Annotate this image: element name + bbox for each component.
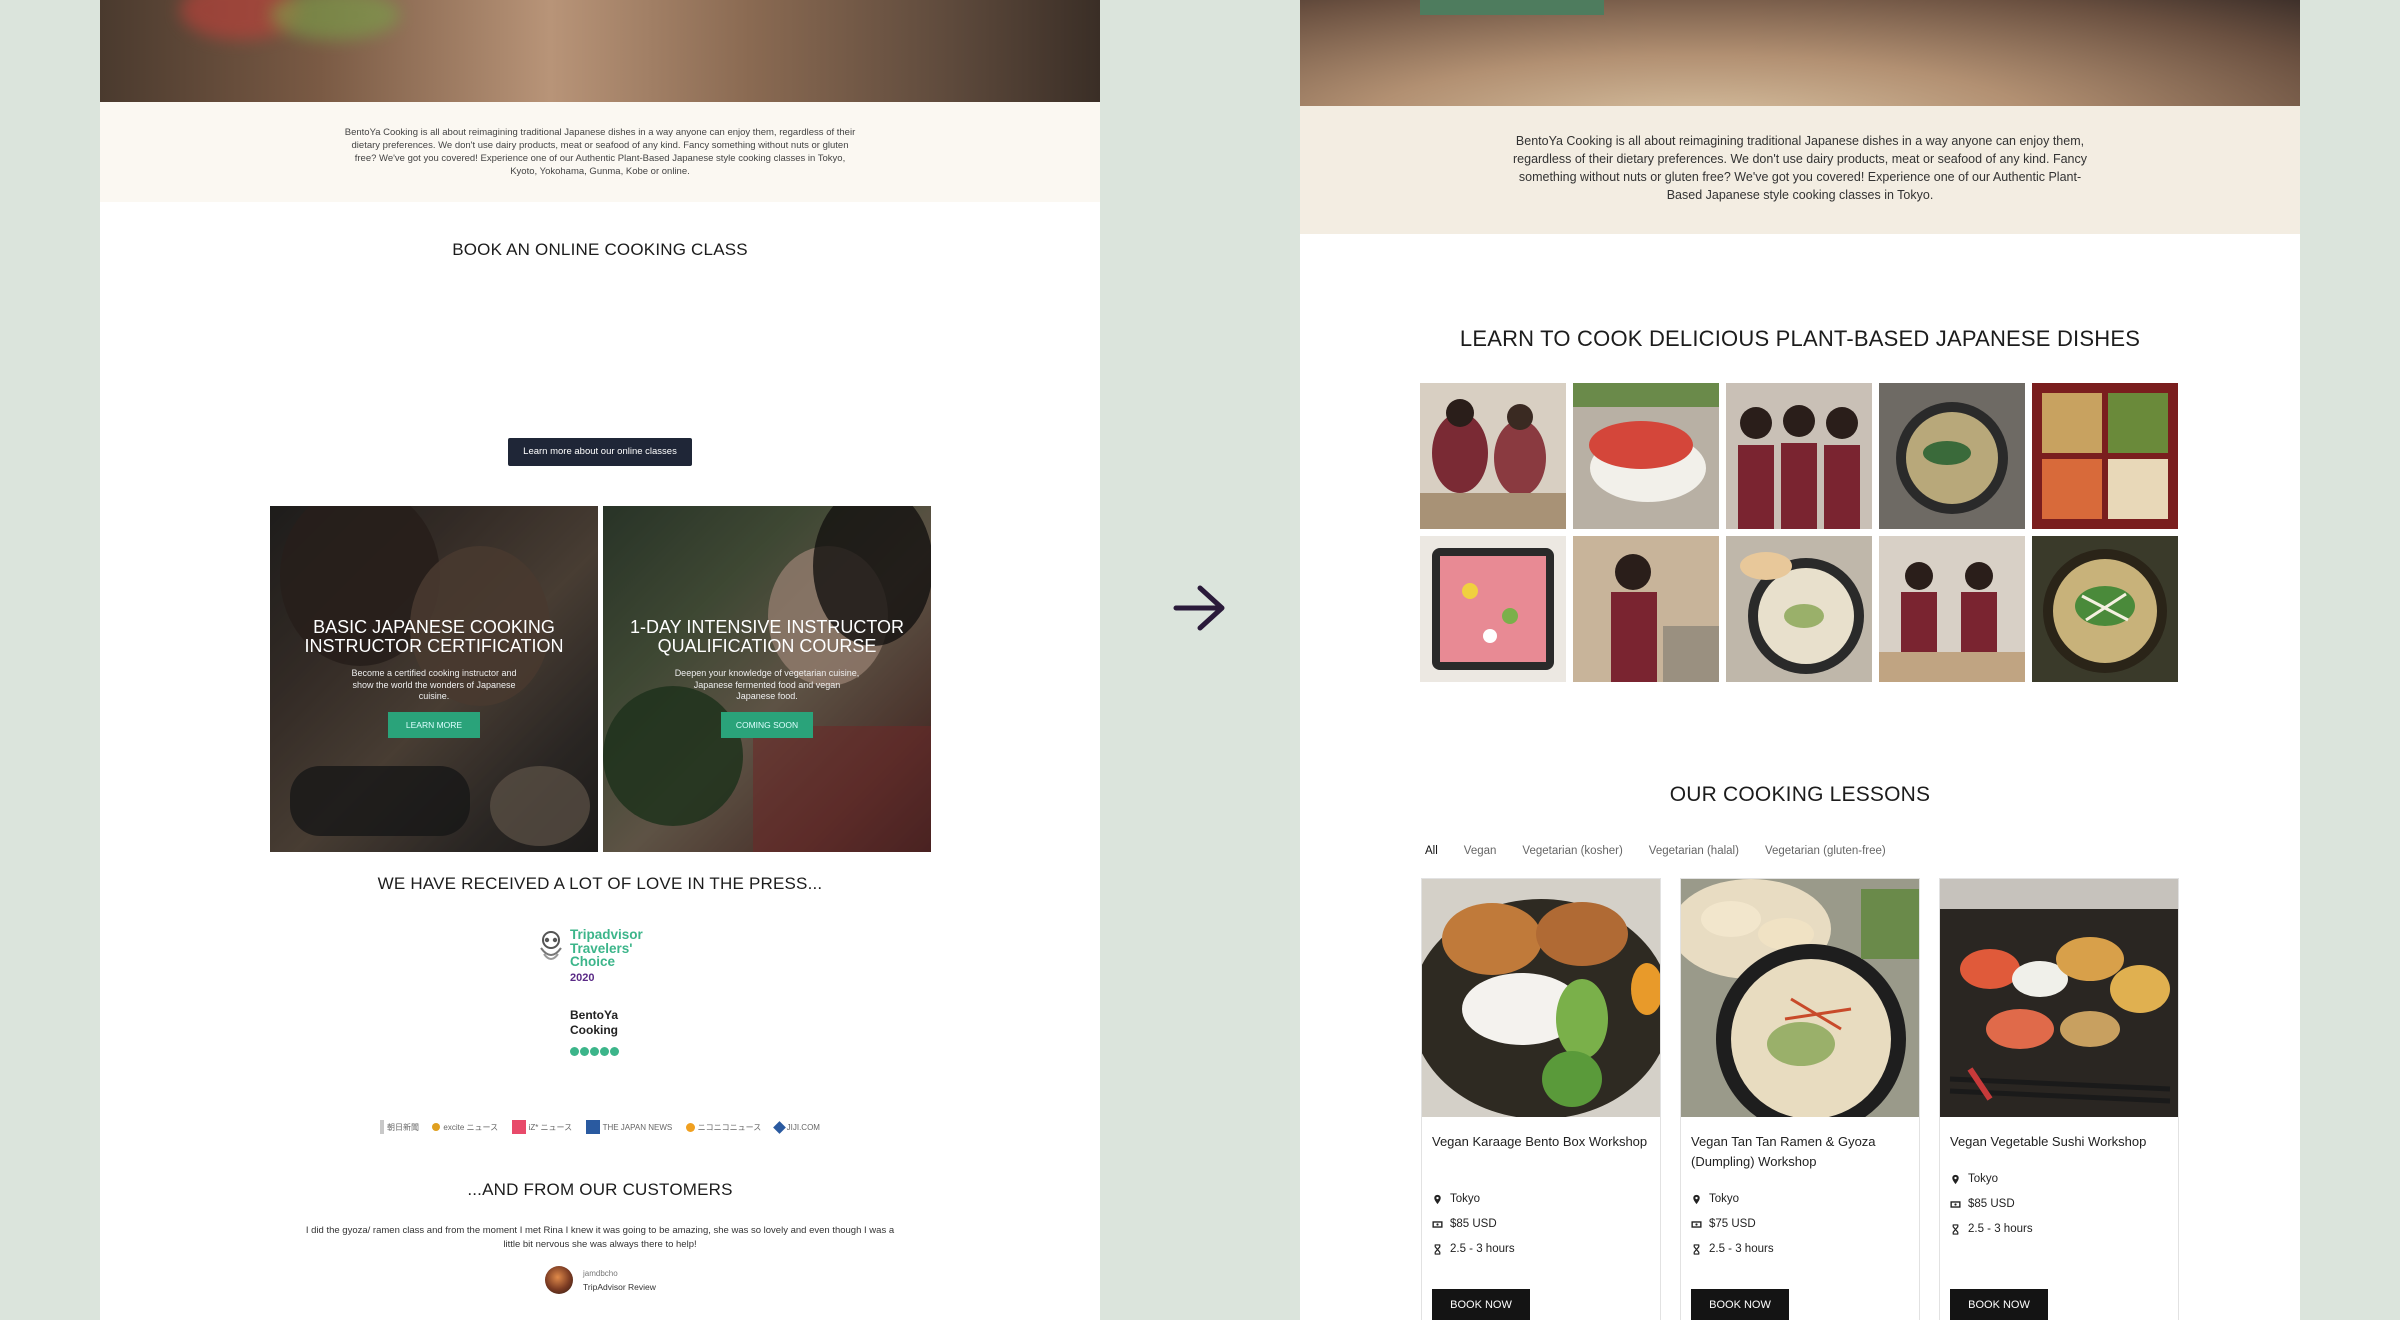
hero-image <box>1300 0 2300 106</box>
lesson-duration: 2.5 - 3 hours <box>1691 1243 1774 1255</box>
award-title: Tripadvisor Travelers' Choice <box>570 927 643 969</box>
press-logo-asahi: 朝日新聞 <box>380 1120 419 1134</box>
gallery-photo[interactable] <box>2032 383 2178 529</box>
course-card-instructor-certification[interactable]: BASIC JAPANESE COOKING INSTRUCTOR CERTIF… <box>270 506 598 852</box>
location-pin-icon <box>1693 1194 1700 1204</box>
lesson-name: Vegan Tan Tan Ramen & Gyoza (Dumpling) W… <box>1691 1134 1876 1169</box>
filter-all[interactable]: All <box>1425 845 1438 857</box>
award-brand: BentoYa Cooking <box>570 1008 619 1037</box>
arrow-right-icon <box>1173 585 1225 631</box>
photo-gallery <box>1420 383 2180 682</box>
press-logo-japan-news: THE JAPAN NEWS <box>585 1120 672 1134</box>
gallery-photo[interactable] <box>1420 383 1566 529</box>
money-icon <box>1950 1200 1961 1208</box>
course-title: 1-DAY INTENSIVE INSTRUCTOR QUALIFICATION… <box>629 617 905 656</box>
press-logos: 朝日新聞 excite ニュース iZ* ニュース THE JAPAN NEWS… <box>380 1112 820 1142</box>
gallery-photo[interactable] <box>1726 383 1872 529</box>
testimonial-text: I did the gyoza/ ramen class and from th… <box>305 1225 895 1250</box>
gallery-photo[interactable] <box>1726 536 1872 682</box>
reviewer-source: TripAdvisor Review <box>583 1282 656 1292</box>
lesson-filters: All Vegan Vegetarian (kosher) Vegetarian… <box>1425 845 1886 857</box>
gallery-photo[interactable] <box>1879 536 2025 682</box>
gallery-photo[interactable] <box>1420 536 1566 682</box>
lesson-card[interactable]: Vegan Karaage Bento Box Workshop Tokyo $… <box>1421 878 1661 1320</box>
intro-text: BentoYa Cooking is all about reimagining… <box>1513 134 2087 202</box>
filter-kosher[interactable]: Vegetarian (kosher) <box>1522 845 1622 857</box>
new-website-screenshot: BentoYa Cooking is all about reimagining… <box>1300 0 2300 1320</box>
lesson-price: $85 USD <box>1950 1198 2015 1210</box>
learn-heading: LEARN TO COOK DELICIOUS PLANT-BASED JAPA… <box>1459 326 2141 351</box>
lesson-location: Tokyo <box>1691 1193 1739 1205</box>
lesson-photo <box>1940 879 2178 1117</box>
avatar <box>545 1266 573 1294</box>
press-logo-excite: excite ニュース <box>432 1122 498 1133</box>
press-logo-niconico: ニコニコニュース <box>685 1122 761 1133</box>
hero-button[interactable] <box>1420 0 1604 15</box>
course-description: Become a certified cooking instructor an… <box>351 668 517 701</box>
book-now-button[interactable]: BOOK NOW <box>1691 1289 1789 1320</box>
location-pin-icon <box>1434 1194 1441 1204</box>
money-icon <box>1432 1220 1443 1228</box>
gallery-photo[interactable] <box>1879 383 2025 529</box>
hourglass-icon <box>1952 1223 1959 1235</box>
lesson-card[interactable]: Vegan Vegetable Sushi Workshop Tokyo $85… <box>1939 878 2179 1320</box>
intro-section: BentoYa Cooking is all about reimagining… <box>100 102 1100 202</box>
reviewer-name: jamdbcho <box>583 1269 618 1278</box>
gallery-photo[interactable] <box>1573 383 1719 529</box>
press-logo-iz: iZ* ニュース <box>511 1120 572 1134</box>
course-card-intensive-course[interactable]: 1-DAY INTENSIVE INSTRUCTOR QUALIFICATION… <box>603 506 931 852</box>
filter-vegan[interactable]: Vegan <box>1464 845 1497 857</box>
rating-dots <box>570 1043 620 1061</box>
hourglass-icon <box>1693 1243 1700 1255</box>
lesson-price: $85 USD <box>1432 1218 1497 1230</box>
learn-more-button[interactable]: LEARN MORE <box>388 712 480 738</box>
lesson-card[interactable]: Vegan Tan Tan Ramen & Gyoza (Dumpling) W… <box>1680 878 1920 1320</box>
course-title: BASIC JAPANESE COOKING INSTRUCTOR CERTIF… <box>304 617 564 656</box>
customers-heading: ...AND FROM OUR CUSTOMERS <box>467 1180 733 1199</box>
lesson-photo <box>1681 879 1919 1117</box>
lesson-price: $75 USD <box>1691 1218 1756 1230</box>
filter-halal[interactable]: Vegetarian (halal) <box>1649 845 1739 857</box>
tripadvisor-award: Tripadvisor Travelers' Choice 2020 Bento… <box>538 928 662 1058</box>
intro-section: BentoYa Cooking is all about reimagining… <box>1300 106 2300 234</box>
money-icon <box>1691 1220 1702 1228</box>
gallery-photo[interactable] <box>2032 536 2178 682</box>
lesson-name: Vegan Karaage Bento Box Workshop <box>1432 1134 1648 1149</box>
online-classes-button[interactable]: Learn more about our online classes <box>508 438 692 466</box>
intro-text: BentoYa Cooking is all about reimagining… <box>344 127 856 177</box>
gallery-photo[interactable] <box>1573 536 1719 682</box>
lesson-name: Vegan Vegetable Sushi Workshop <box>1950 1134 2147 1149</box>
tripadvisor-laurel-icon <box>540 931 562 960</box>
book-now-button[interactable]: BOOK NOW <box>1432 1289 1530 1320</box>
lesson-location: Tokyo <box>1950 1173 1998 1185</box>
book-now-button[interactable]: BOOK NOW <box>1950 1289 2048 1320</box>
lesson-photo <box>1422 879 1660 1117</box>
old-website-screenshot: BentoYa Cooking is all about reimagining… <box>100 0 1100 1320</box>
reviewer: jamdbcho TripAdvisor Review <box>545 1266 705 1296</box>
hourglass-icon <box>1434 1243 1441 1255</box>
online-heading: BOOK AN ONLINE COOKING CLASS <box>452 240 748 259</box>
filter-gluten-free[interactable]: Vegetarian (gluten-free) <box>1765 845 1886 857</box>
press-heading: WE HAVE RECEIVED A LOT OF LOVE IN THE PR… <box>377 874 823 893</box>
press-logo-jiji: JIJI.COM <box>772 1120 820 1134</box>
location-pin-icon <box>1952 1174 1959 1184</box>
course-description: Deepen your knowledge of vegetarian cuis… <box>674 668 860 701</box>
lessons-heading: OUR COOKING LESSONS <box>1669 783 1931 806</box>
lesson-duration: 2.5 - 3 hours <box>1432 1243 1515 1255</box>
hero-image <box>100 0 1100 102</box>
lesson-location: Tokyo <box>1432 1193 1480 1205</box>
coming-soon-button[interactable]: COMING SOON <box>721 712 813 738</box>
lesson-duration: 2.5 - 3 hours <box>1950 1223 2033 1235</box>
award-year: 2020 <box>570 972 595 984</box>
